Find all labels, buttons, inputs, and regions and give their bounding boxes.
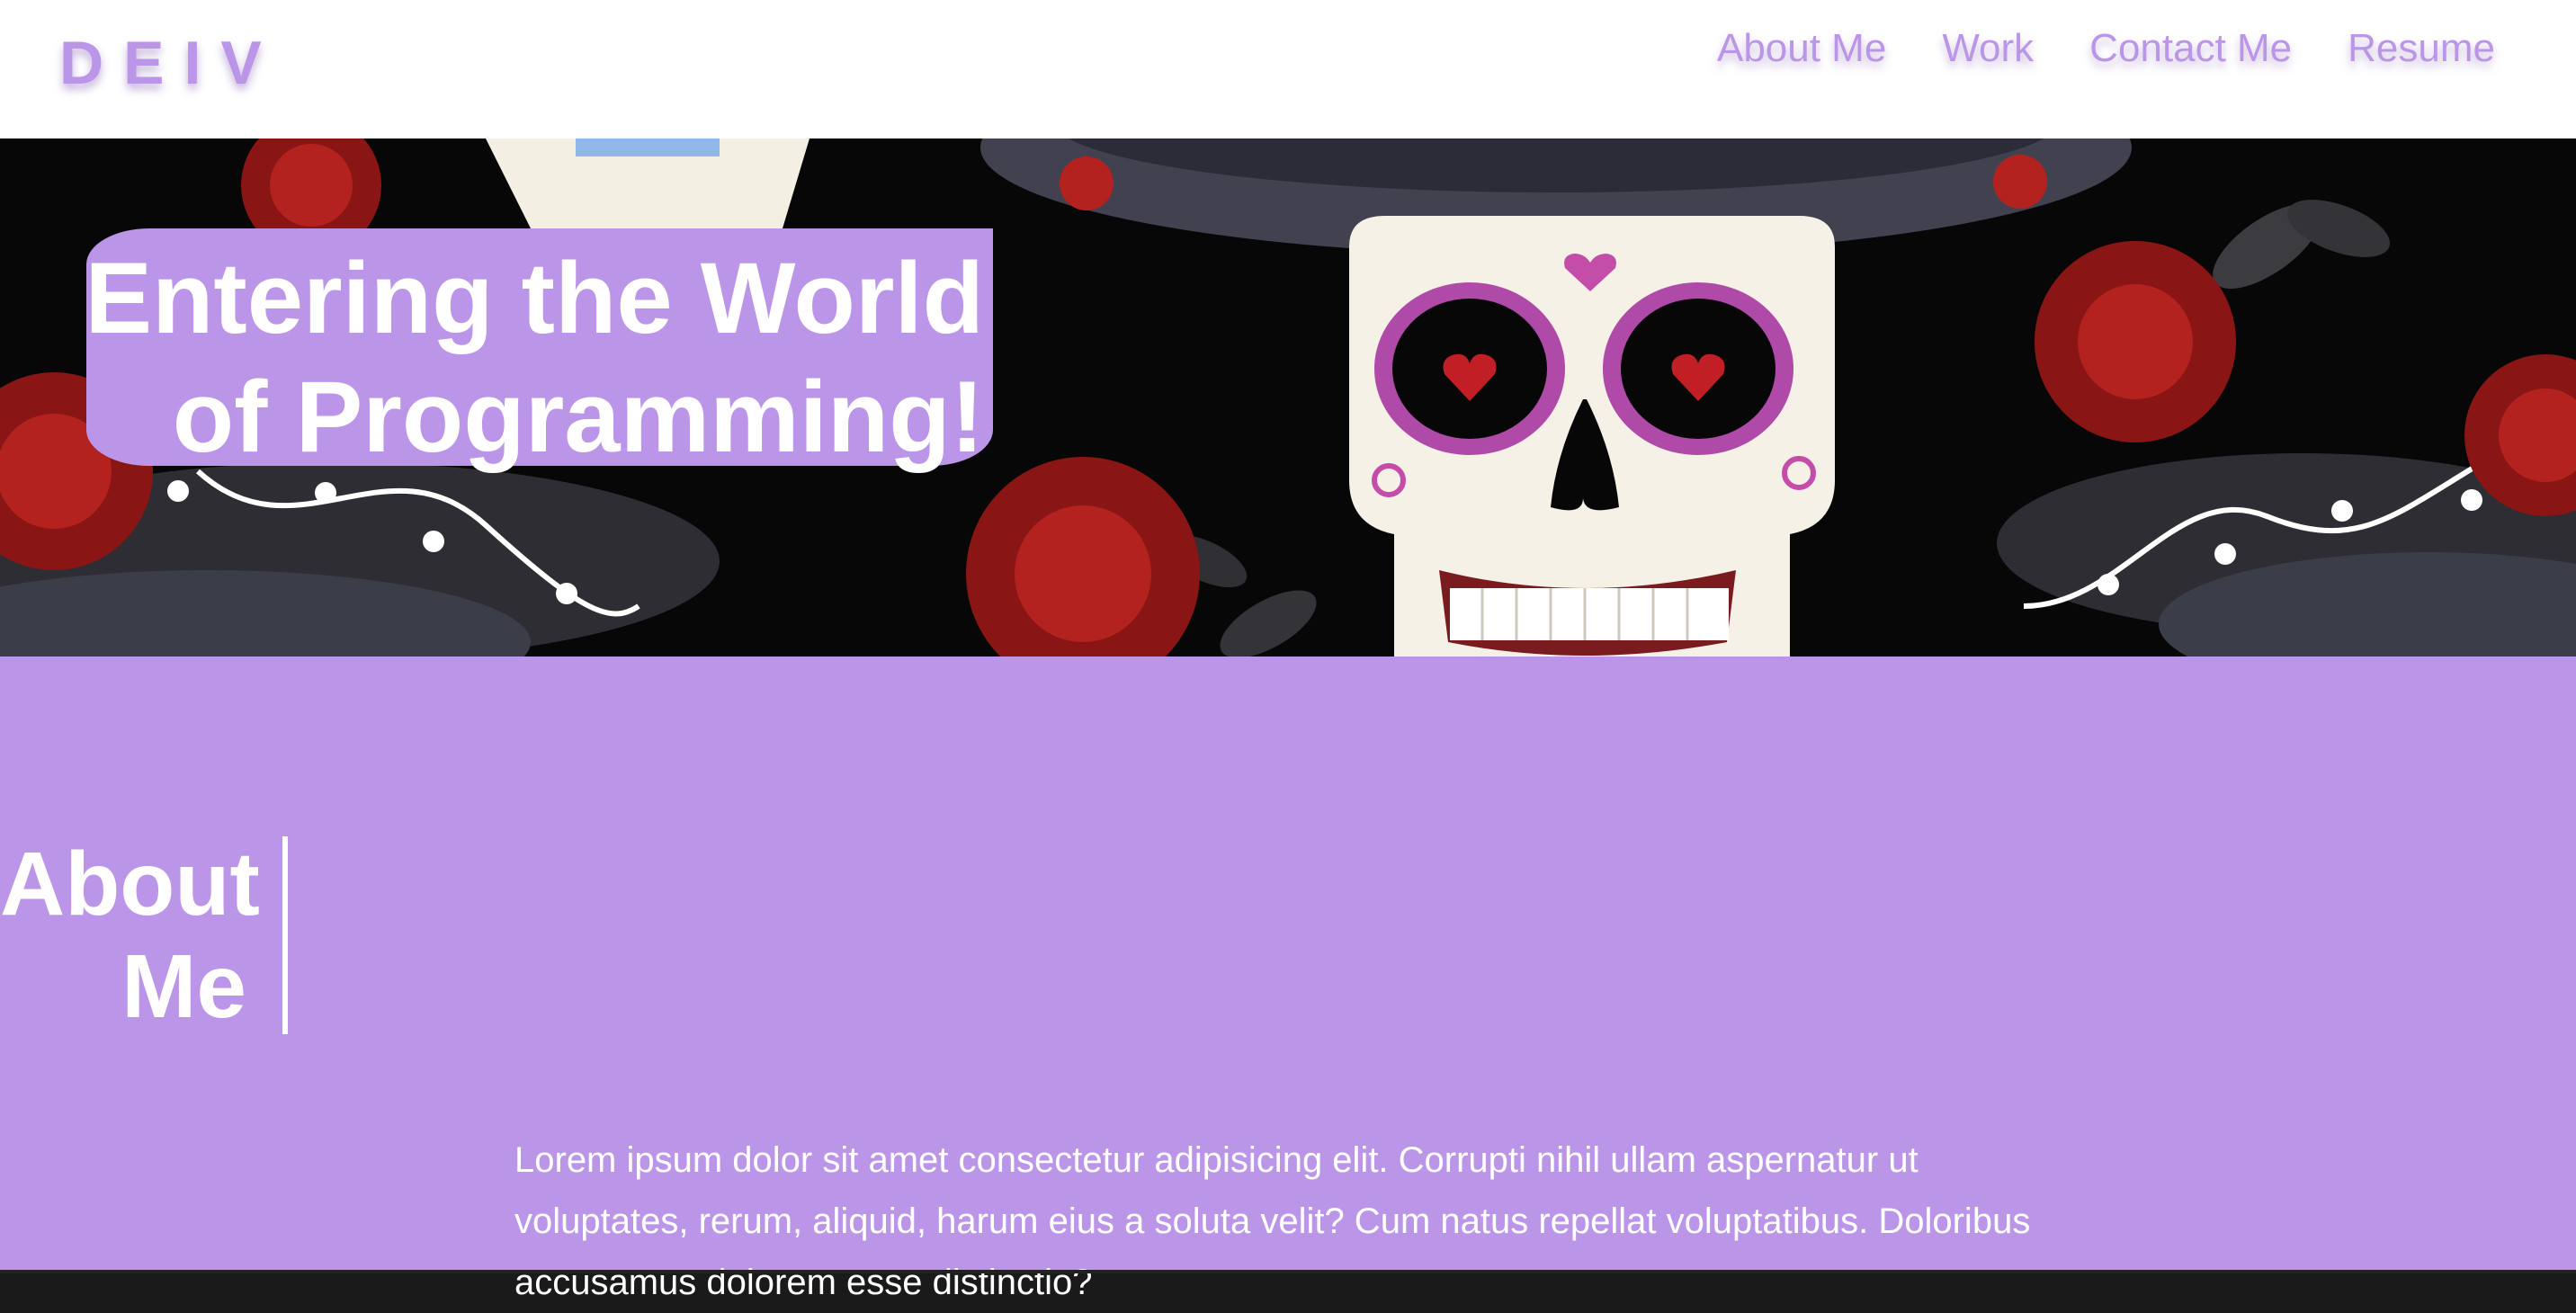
hero-title: Entering the World of Programming! <box>85 239 984 477</box>
about-heading-line-1: About <box>0 834 260 934</box>
about-divider <box>282 836 288 1034</box>
hero-title-line-2: of Programming! <box>172 361 984 473</box>
main-nav: About Me Work Contact Me Resume <box>1717 25 2495 72</box>
site-logo[interactable]: DEIV <box>59 27 282 99</box>
about-heading-line-2: Me <box>121 936 246 1037</box>
hero-title-line-1: Entering the World <box>85 242 984 354</box>
about-paragraph: Lorem ipsum dolor sit amet consectetur a… <box>514 1140 2031 1302</box>
nav-link-about-me[interactable]: About Me <box>1717 25 1886 72</box>
nav-link-work[interactable]: Work <box>1942 25 2034 72</box>
nav-link-contact-me[interactable]: Contact Me <box>2089 25 2292 72</box>
about-section: About Me Lorem ipsum dolor sit amet cons… <box>0 656 2576 1302</box>
nav-link-resume[interactable]: Resume <box>2348 25 2495 72</box>
site-header: DEIV About Me Work Contact Me Resume <box>0 0 2576 138</box>
hero-banner: Entering the World of Programming! <box>0 138 2576 656</box>
page-bottom-edge <box>0 1270 2576 1273</box>
about-heading: About Me <box>0 833 260 1038</box>
hero-title-box: Entering the World of Programming! <box>85 228 993 473</box>
